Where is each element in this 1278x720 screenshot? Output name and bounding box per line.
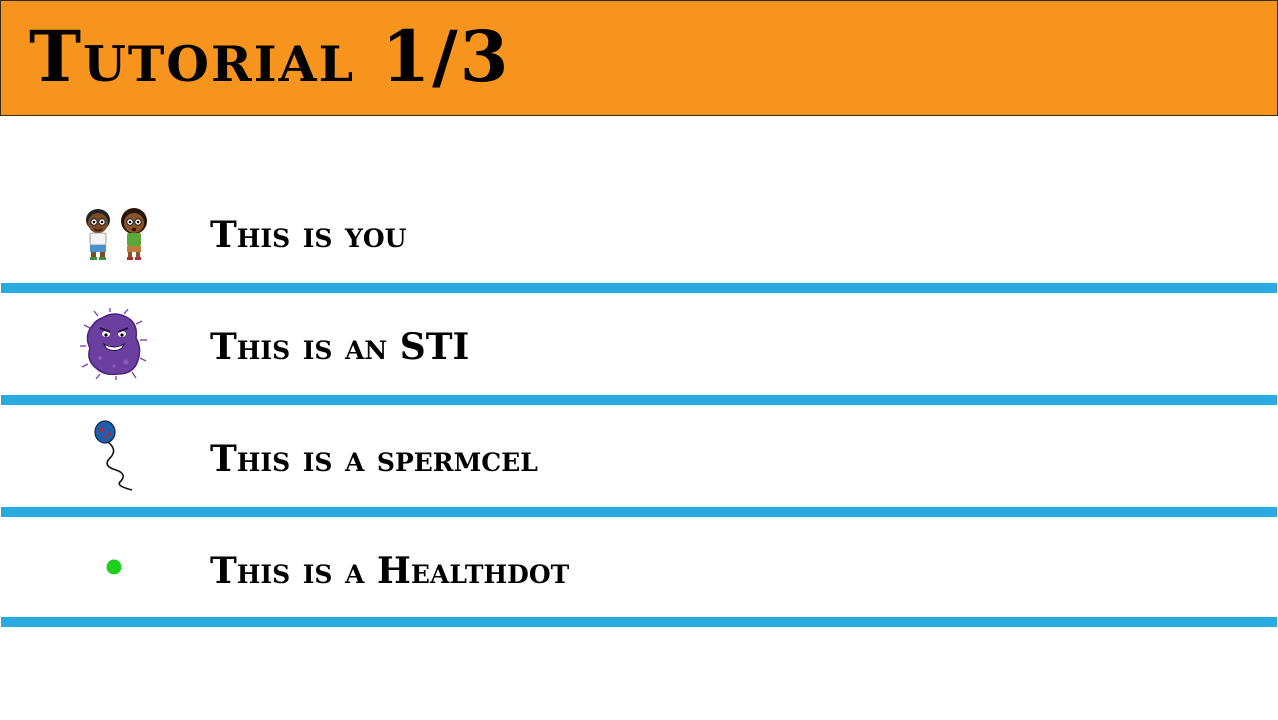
sperm-cell-icon bbox=[94, 420, 133, 491]
row-divider bbox=[1, 283, 1277, 293]
list-item-sti: This is an STI bbox=[0, 302, 1278, 392]
row-divider bbox=[1, 617, 1277, 627]
tutorial-header: Tutorial 1/3 bbox=[0, 0, 1278, 116]
tutorial-screen: Tutorial 1/3 This is you This is an STI … bbox=[0, 0, 1278, 720]
healthdot-icon bbox=[106, 559, 122, 575]
row-divider bbox=[1, 395, 1277, 405]
sti-germ-icon bbox=[80, 308, 147, 380]
row-divider bbox=[1, 507, 1277, 517]
list-item-healthdot: This is a Healthdot bbox=[0, 526, 1278, 616]
sti-label: This is an STI bbox=[210, 326, 470, 368]
player-label: This is you bbox=[210, 214, 407, 256]
spermcel-label: This is a spermcel bbox=[210, 438, 538, 480]
page-title: Tutorial 1/3 bbox=[29, 15, 511, 98]
list-item-player: This is you bbox=[0, 190, 1278, 280]
healthdot-label: This is a Healthdot bbox=[210, 550, 570, 592]
list-item-spermcel: This is a spermcel bbox=[0, 414, 1278, 504]
player-couple-icon bbox=[86, 208, 147, 260]
